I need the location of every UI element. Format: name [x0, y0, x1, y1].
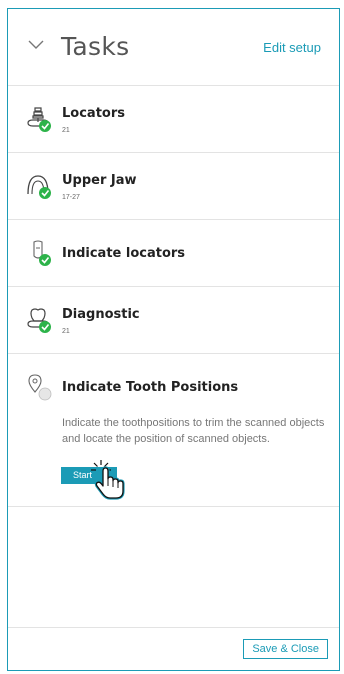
indicate-locator-icon: [33, 240, 51, 266]
edit-setup-link[interactable]: Edit setup: [263, 40, 321, 55]
hand-pointer-cursor-icon: [91, 460, 125, 500]
locator-tooth-icon: [27, 107, 51, 132]
task-subtitle: 21: [62, 328, 70, 335]
task-name: Locators: [62, 106, 125, 121]
chevron-down-icon[interactable]: [28, 40, 44, 50]
task-name: Upper Jaw: [62, 173, 137, 188]
upper-jaw-icon: [27, 175, 51, 199]
task-item-locators[interactable]: Locators 21: [8, 85, 339, 152]
task-item-indicate-locators[interactable]: Indicate locators: [8, 219, 339, 286]
task-item-indicate-tooth-positions[interactable]: Indicate Tooth Positions Indicate the to…: [8, 353, 339, 507]
task-name: Diagnostic: [62, 307, 140, 322]
check-badge-icon: [39, 120, 51, 132]
save-close-button[interactable]: Save & Close: [243, 639, 328, 659]
check-badge-icon: [39, 254, 51, 266]
tasks-panel: Tasks Edit setup Locators 21 Upper Jaw 1…: [7, 8, 340, 671]
diagnostic-tooth-icon: [27, 308, 51, 333]
tasks-header: Tasks Edit setup: [8, 9, 339, 85]
page-title: Tasks: [61, 32, 130, 61]
task-name: Indicate Tooth Positions: [62, 380, 239, 395]
task-subtitle: 17-27: [62, 194, 80, 201]
tooth-position-pin-icon: [28, 374, 52, 401]
check-badge-icon: [39, 321, 51, 333]
panel-footer: Save & Close: [8, 627, 339, 670]
task-name: Indicate locators: [62, 246, 186, 261]
pending-status-icon: [38, 387, 52, 401]
task-subtitle: 21: [62, 127, 70, 134]
task-item-diagnostic[interactable]: Diagnostic 21: [8, 286, 339, 353]
check-badge-icon: [39, 187, 51, 199]
task-description: Indicate the toothpositions to trim the …: [62, 417, 325, 445]
task-item-upper-jaw[interactable]: Upper Jaw 17-27: [8, 152, 339, 219]
